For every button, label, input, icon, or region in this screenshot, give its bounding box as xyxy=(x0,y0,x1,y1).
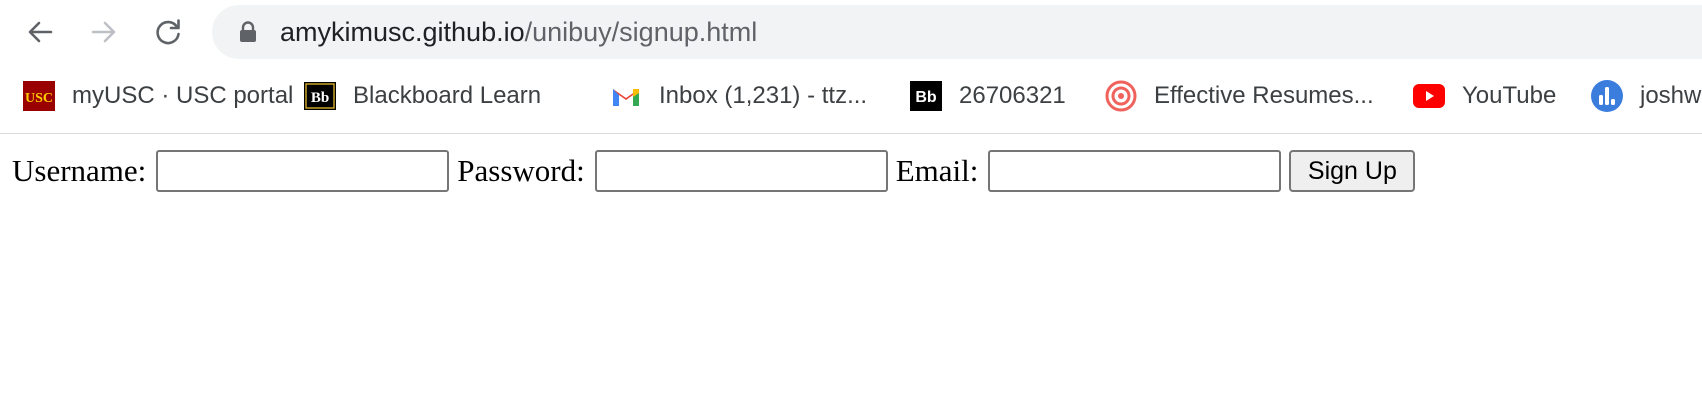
page-content: Username: Password: Email: Sign Up xyxy=(0,134,1702,418)
address-bar[interactable]: amykimusc.github.io/unibuy/signup.html xyxy=(212,5,1702,59)
browser-chrome: amykimusc.github.io/unibuy/signup.html U… xyxy=(0,0,1702,134)
signup-form: Username: Password: Email: Sign Up xyxy=(12,150,1416,192)
email-label: Email: xyxy=(895,153,979,188)
forward-button[interactable] xyxy=(84,12,124,52)
bookmark-label: Blackboard Learn xyxy=(353,82,542,109)
gmail-icon xyxy=(609,79,643,113)
blackboard-icon: Bb xyxy=(303,79,337,113)
back-button[interactable] xyxy=(20,12,60,52)
svg-text:USC: USC xyxy=(25,91,53,106)
bookmark-label: YouTube xyxy=(1462,82,1557,109)
url-path: /unibuy/signup.html xyxy=(524,17,758,47)
username-input[interactable] xyxy=(156,150,450,192)
bookmark-label: Inbox (1,231) - ttz... xyxy=(659,82,868,109)
bookmark-26706321[interactable]: Bb 26706321 xyxy=(909,74,1066,118)
bookmark-youtube[interactable]: YouTube xyxy=(1412,74,1556,118)
reload-icon xyxy=(156,19,180,45)
bookmarks-bar: USC myUSC · USC portal Bb Blackboard Lea… xyxy=(0,74,1702,118)
browser-toolbar: amykimusc.github.io/unibuy/signup.html xyxy=(0,0,1702,64)
url-domain: amykimusc.github.io xyxy=(280,17,525,47)
reload-button[interactable] xyxy=(148,12,188,52)
youtube-icon xyxy=(1412,79,1446,113)
bookmark-blackboard-learn[interactable]: Bb Blackboard Learn xyxy=(303,74,541,118)
svg-text:Bb: Bb xyxy=(915,89,937,106)
blackboard-icon: Bb xyxy=(909,79,943,113)
bookmark-label: 26706321 xyxy=(959,82,1066,109)
bookmark-joshw[interactable]: joshw xyxy=(1590,74,1701,118)
arrow-right-icon xyxy=(91,21,116,43)
sign-up-button[interactable]: Sign Up xyxy=(1289,150,1416,192)
bookmark-myusc[interactable]: USC myUSC · USC portal xyxy=(22,74,293,118)
email-input[interactable] xyxy=(988,150,1282,192)
bookmark-gmail-inbox[interactable]: Inbox (1,231) - ttz... xyxy=(609,74,867,118)
username-label: Username: xyxy=(12,153,147,188)
bar-chart-icon xyxy=(1590,79,1624,113)
bookmark-label: Effective Resumes... xyxy=(1154,82,1374,109)
target-icon xyxy=(1104,79,1138,113)
arrow-left-icon xyxy=(28,21,53,43)
svg-text:Bb: Bb xyxy=(311,90,329,106)
password-input[interactable] xyxy=(594,150,888,192)
lock-icon[interactable] xyxy=(238,21,258,43)
usc-icon: USC xyxy=(22,79,56,113)
bookmark-label: myUSC · USC portal xyxy=(72,82,294,109)
bookmark-label: joshw xyxy=(1640,82,1702,109)
url-text[interactable]: amykimusc.github.io/unibuy/signup.html xyxy=(280,18,757,46)
bookmark-effective-resumes[interactable]: Effective Resumes... xyxy=(1104,74,1374,118)
password-label: Password: xyxy=(457,153,585,188)
